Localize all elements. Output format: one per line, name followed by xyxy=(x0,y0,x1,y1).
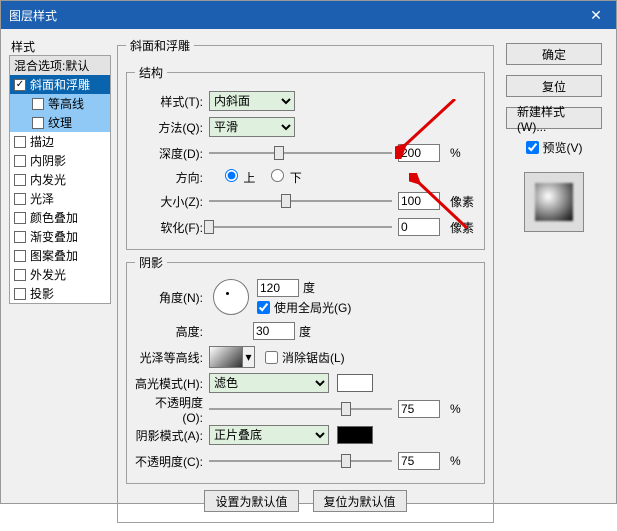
shading-title: 阴影 xyxy=(135,254,167,271)
style-item-label: 外发光 xyxy=(30,266,66,283)
dir-down-radio[interactable]: 下 xyxy=(271,169,301,186)
soften-unit: 像素 xyxy=(450,219,476,236)
checkbox-icon[interactable] xyxy=(14,174,26,186)
checkbox-icon[interactable] xyxy=(32,98,44,110)
style-item-label: 图案叠加 xyxy=(30,247,78,264)
checkbox-icon[interactable] xyxy=(32,117,44,129)
hi-color-swatch[interactable] xyxy=(337,374,373,392)
style-item-label: 描边 xyxy=(30,133,54,150)
structure-title: 结构 xyxy=(135,64,167,81)
style-item-label: 颜色叠加 xyxy=(30,209,78,226)
style-item-7[interactable]: 颜色叠加 xyxy=(10,208,110,227)
style-item-label: 斜面和浮雕 xyxy=(30,76,90,93)
style-item-label: 渐变叠加 xyxy=(30,228,78,245)
ok-button[interactable]: 确定 xyxy=(506,43,602,65)
style-item-label: 投影 xyxy=(30,285,54,302)
style-item-10[interactable]: 外发光 xyxy=(10,265,110,284)
checkbox-icon[interactable] xyxy=(14,136,26,148)
hi-mode-select[interactable]: 滤色 xyxy=(209,373,329,393)
styles-header: 样式 xyxy=(9,37,111,55)
depth-label: 深度(D): xyxy=(135,145,209,162)
checkbox-icon[interactable] xyxy=(14,155,26,167)
antialias-check[interactable]: 消除锯齿(L) xyxy=(265,349,345,366)
chevron-down-icon[interactable]: ▾ xyxy=(243,346,255,368)
global-light-check[interactable]: 使用全局光(G) xyxy=(257,299,351,316)
shading-group: 阴影 角度(N): 度 使用全局光(G) 高度: xyxy=(126,254,485,484)
style-item-5[interactable]: 内发光 xyxy=(10,170,110,189)
hi-opacity-label: 不透明度(O): xyxy=(135,394,209,425)
checkbox-icon[interactable] xyxy=(14,79,26,91)
style-list: 混合选项:默认斜面和浮雕等高线纹理描边内阴影内发光光泽颜色叠加渐变叠加图案叠加外… xyxy=(9,55,111,304)
checkbox-icon[interactable] xyxy=(14,231,26,243)
sh-opacity-unit: % xyxy=(450,454,476,468)
gloss-contour-picker[interactable] xyxy=(209,346,243,368)
style-item-6[interactable]: 光泽 xyxy=(10,189,110,208)
checkbox-icon[interactable] xyxy=(14,212,26,224)
preview-check[interactable]: 预览(V) xyxy=(526,139,583,156)
checkbox-icon[interactable] xyxy=(14,269,26,281)
style-item-2[interactable]: 纹理 xyxy=(10,113,110,132)
checkbox-icon[interactable] xyxy=(14,250,26,262)
hi-mode-label: 高光模式(H): xyxy=(135,375,209,392)
style-item-8[interactable]: 渐变叠加 xyxy=(10,227,110,246)
checkbox-icon[interactable] xyxy=(14,288,26,300)
new-style-button[interactable]: 新建样式(W)... xyxy=(506,107,602,129)
soften-input[interactable] xyxy=(398,218,440,236)
preview-box xyxy=(524,172,584,232)
size-label: 大小(Z): xyxy=(135,193,209,210)
angle-label: 角度(N): xyxy=(135,289,209,306)
structure-group: 结构 样式(T): 内斜面 方法(Q): 平滑 深度(D): xyxy=(126,64,485,250)
altitude-input[interactable] xyxy=(253,322,295,340)
style-item-label: 光泽 xyxy=(30,190,54,207)
soften-label: 软化(F): xyxy=(135,219,209,236)
sh-color-swatch[interactable] xyxy=(337,426,373,444)
style-item-label: 内发光 xyxy=(30,171,66,188)
sh-mode-select[interactable]: 正片叠底 xyxy=(209,425,329,445)
style-select[interactable]: 内斜面 xyxy=(209,91,295,111)
angle-unit: 度 xyxy=(303,279,315,296)
dialog-title: 图层样式 xyxy=(9,7,57,24)
sh-mode-label: 阴影模式(A): xyxy=(135,427,209,444)
size-unit: 像素 xyxy=(450,193,476,210)
style-item-4[interactable]: 内阴影 xyxy=(10,151,110,170)
sh-opacity-input[interactable] xyxy=(398,452,440,470)
style-item-9[interactable]: 图案叠加 xyxy=(10,246,110,265)
cancel-button[interactable]: 复位 xyxy=(506,75,602,97)
angle-dial[interactable] xyxy=(213,279,249,315)
gloss-label: 光泽等高线: xyxy=(135,349,209,366)
altitude-label: 高度: xyxy=(135,323,209,340)
depth-slider[interactable] xyxy=(209,144,392,162)
close-button[interactable]: ✕ xyxy=(576,1,616,29)
style-item-label: 内阴影 xyxy=(30,152,66,169)
style-item-11[interactable]: 投影 xyxy=(10,284,110,303)
size-slider[interactable] xyxy=(209,192,392,210)
style-item-3[interactable]: 描边 xyxy=(10,132,110,151)
dir-up-radio[interactable]: 上 xyxy=(225,169,255,186)
size-input[interactable] xyxy=(398,192,440,210)
style-item-0[interactable]: 斜面和浮雕 xyxy=(10,75,110,94)
direction-label: 方向: xyxy=(135,169,209,186)
depth-unit: % xyxy=(450,146,476,160)
style-item-1[interactable]: 等高线 xyxy=(10,94,110,113)
style-label: 样式(T): xyxy=(135,93,209,110)
reset-default-button[interactable]: 复位为默认值 xyxy=(313,490,407,512)
bevel-group: 斜面和浮雕 结构 样式(T): 内斜面 方法(Q): 平滑 深度(D): xyxy=(117,37,494,523)
technique-select[interactable]: 平滑 xyxy=(209,117,295,137)
depth-input[interactable] xyxy=(398,144,440,162)
soften-slider[interactable] xyxy=(209,218,392,236)
hi-opacity-slider[interactable] xyxy=(209,400,392,418)
make-default-button[interactable]: 设置为默认值 xyxy=(204,490,298,512)
style-item-label: 等高线 xyxy=(48,95,84,112)
hi-opacity-unit: % xyxy=(450,402,476,416)
hi-opacity-input[interactable] xyxy=(398,400,440,418)
style-item-label: 纹理 xyxy=(48,114,72,131)
altitude-unit: 度 xyxy=(299,323,311,340)
angle-input[interactable] xyxy=(257,279,299,297)
blend-options-item[interactable]: 混合选项:默认 xyxy=(10,56,110,75)
bevel-group-title: 斜面和浮雕 xyxy=(126,37,194,54)
sh-opacity-slider[interactable] xyxy=(209,452,392,470)
technique-label: 方法(Q): xyxy=(135,119,209,136)
checkbox-icon[interactable] xyxy=(14,193,26,205)
sh-opacity-label: 不透明度(C): xyxy=(135,453,209,470)
